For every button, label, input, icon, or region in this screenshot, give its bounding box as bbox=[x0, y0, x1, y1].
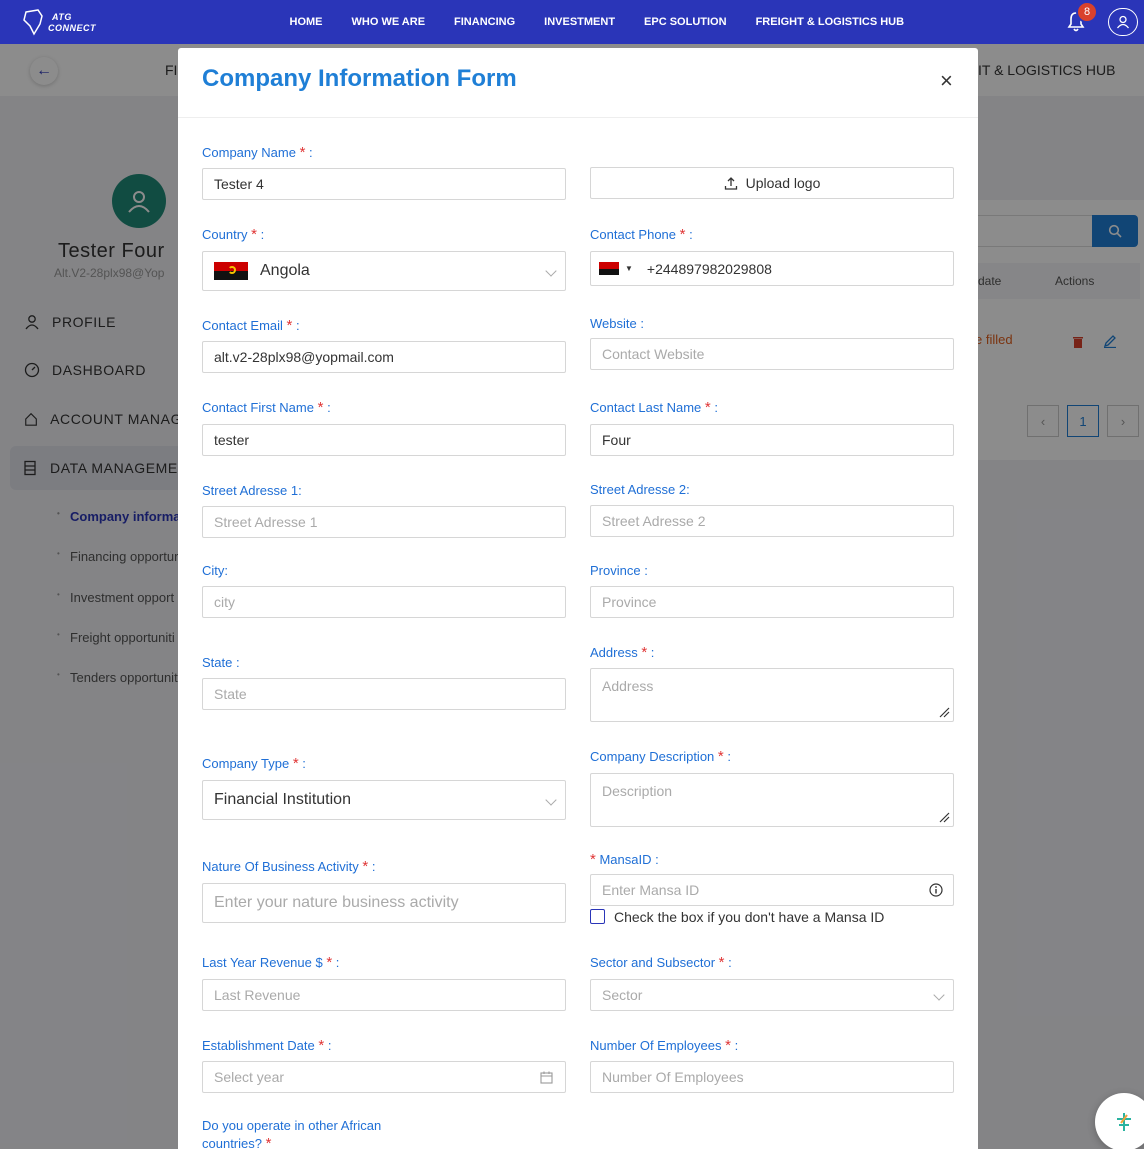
city-label: City: bbox=[202, 563, 229, 578]
modal-header: Company Information Form × bbox=[178, 48, 978, 118]
upload-logo-button[interactable]: Upload logo bbox=[590, 167, 954, 199]
sector-placeholder: Sector bbox=[602, 987, 643, 1003]
chevron-down-icon bbox=[545, 265, 557, 277]
city-input[interactable]: city bbox=[202, 586, 566, 618]
notification-badge: 8 bbox=[1076, 1, 1098, 23]
company-information-modal: Company Information Form × Company Name … bbox=[178, 48, 978, 1149]
resize-handle-icon[interactable] bbox=[938, 811, 950, 823]
no-mansa-id-checkbox[interactable] bbox=[590, 909, 605, 924]
country-label: Country * : bbox=[202, 226, 265, 243]
sector-label: Sector and Subsector * : bbox=[590, 954, 732, 971]
upload-logo-label: Upload logo bbox=[745, 175, 821, 191]
employees-input[interactable]: Number Of Employees bbox=[590, 1061, 954, 1093]
first-name-input[interactable]: tester bbox=[202, 424, 566, 456]
company-name-input[interactable]: Tester 4 bbox=[202, 168, 566, 200]
assistant-logo-icon bbox=[1117, 1113, 1131, 1131]
resize-handle-icon[interactable] bbox=[938, 706, 950, 718]
atg-connect-logo[interactable]: ATG CONNECT bbox=[18, 6, 108, 38]
last-name-input[interactable]: Four bbox=[590, 424, 954, 456]
contact-phone-input[interactable]: ▼ +244897982029808 bbox=[590, 251, 954, 286]
country-value: Angola bbox=[260, 262, 310, 279]
contact-email-label: Contact Email * : bbox=[202, 317, 300, 334]
province-label: Province : bbox=[590, 563, 648, 578]
company-type-select[interactable]: Financial Institution bbox=[202, 780, 566, 820]
establishment-date-label: Establishment Date * : bbox=[202, 1037, 332, 1054]
country-code-dropdown-icon[interactable]: ▼ bbox=[625, 264, 633, 273]
logo-text-connect: CONNECT bbox=[48, 23, 96, 33]
user-menu-button[interactable] bbox=[1108, 8, 1138, 36]
last-name-label: Contact Last Name * : bbox=[590, 399, 718, 416]
mansa-id-placeholder: Enter Mansa ID bbox=[602, 882, 700, 898]
top-navbar: ATG CONNECT HOME WHO WE ARE FINANCING IN… bbox=[0, 0, 1144, 44]
contact-email-input[interactable]: alt.v2-28plx98@yopmail.com bbox=[202, 341, 566, 373]
no-mansa-id-checkbox-label: Check the box if you don't have a Mansa … bbox=[614, 909, 885, 925]
state-label: State : bbox=[202, 655, 240, 670]
address-label: Address * : bbox=[590, 644, 655, 661]
user-icon bbox=[1116, 15, 1130, 29]
nav-epc-solution[interactable]: EPC SOLUTION bbox=[630, 16, 742, 28]
nav-who-we-are[interactable]: WHO WE ARE bbox=[337, 16, 440, 28]
establishment-date-picker[interactable]: Select year bbox=[202, 1061, 566, 1093]
company-name-label: Company Name * : bbox=[202, 144, 313, 161]
contact-phone-label: Contact Phone * : bbox=[590, 226, 693, 243]
angola-flag-icon bbox=[599, 262, 619, 275]
operate-africa-label-line2: countries? * bbox=[202, 1135, 272, 1149]
nav-investment[interactable]: INVESTMENT bbox=[530, 16, 630, 28]
company-type-value: Financial Institution bbox=[214, 791, 351, 808]
employees-label: Number Of Employees * : bbox=[590, 1037, 739, 1054]
first-name-label: Contact First Name * : bbox=[202, 399, 331, 416]
website-label: Website : bbox=[590, 316, 644, 331]
street1-label: Street Adresse 1: bbox=[202, 483, 302, 498]
chat-assistant-button[interactable] bbox=[1095, 1093, 1144, 1149]
africa-logo-icon bbox=[23, 9, 43, 36]
nature-of-business-input[interactable]: Enter your nature business activity bbox=[202, 883, 566, 923]
last-year-revenue-label: Last Year Revenue $ * : bbox=[202, 954, 340, 971]
mansa-id-label: * MansaID : bbox=[590, 851, 659, 868]
street2-label: Street Adresse 2: bbox=[590, 482, 690, 497]
nav-links: HOME WHO WE ARE FINANCING INVESTMENT EPC… bbox=[275, 0, 919, 44]
last-year-revenue-input[interactable]: Last Revenue bbox=[202, 979, 566, 1011]
calendar-icon bbox=[540, 1071, 553, 1084]
operate-africa-label: Do you operate in other African bbox=[202, 1118, 382, 1133]
country-select[interactable]: Angola bbox=[202, 251, 566, 291]
address-placeholder: Address bbox=[602, 678, 654, 694]
state-input[interactable]: State bbox=[202, 678, 566, 710]
company-description-textarea[interactable]: Description bbox=[590, 773, 954, 827]
sector-select[interactable]: Sector bbox=[590, 979, 954, 1011]
contact-phone-value: +244897982029808 bbox=[646, 260, 772, 277]
establishment-date-placeholder: Select year bbox=[214, 1069, 285, 1085]
nature-of-business-label: Nature Of Business Activity * : bbox=[202, 858, 376, 875]
street2-input[interactable]: Street Adresse 2 bbox=[590, 505, 954, 537]
logo-text-atg: ATG bbox=[52, 12, 72, 22]
street1-input[interactable]: Street Adresse 1 bbox=[202, 506, 566, 538]
company-description-placeholder: Description bbox=[602, 783, 673, 799]
nav-home[interactable]: HOME bbox=[275, 16, 337, 28]
upload-icon bbox=[724, 177, 737, 190]
website-input[interactable]: Contact Website bbox=[590, 338, 954, 370]
nav-freight-logistics-hub[interactable]: FREIGHT & LOGISTICS HUB bbox=[741, 16, 919, 28]
close-icon[interactable]: × bbox=[940, 68, 953, 94]
chevron-down-icon bbox=[545, 794, 557, 806]
modal-title: Company Information Form bbox=[202, 65, 517, 92]
info-icon[interactable] bbox=[929, 883, 943, 897]
nav-financing[interactable]: FINANCING bbox=[440, 16, 530, 28]
angola-flag-icon bbox=[214, 262, 248, 280]
address-textarea[interactable]: Address bbox=[590, 668, 954, 722]
mansa-id-input[interactable]: Enter Mansa ID bbox=[590, 874, 954, 906]
company-type-label: Company Type * : bbox=[202, 755, 306, 772]
province-input[interactable]: Province bbox=[590, 586, 954, 618]
company-description-label: Company Description * : bbox=[590, 748, 731, 765]
chevron-down-icon bbox=[933, 989, 945, 1001]
